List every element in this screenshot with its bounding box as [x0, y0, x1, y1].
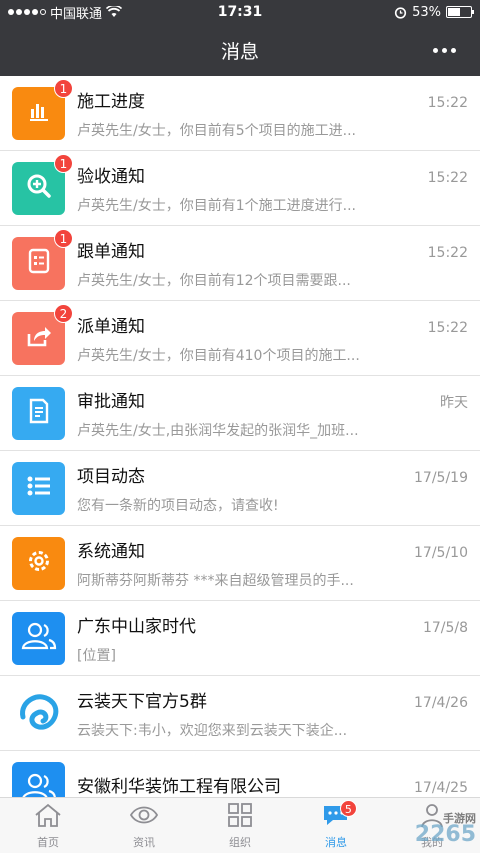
- message-title: 验收通知: [77, 166, 145, 187]
- message-preview: 您有一条新的项目动态，请查收!: [77, 497, 279, 514]
- more-menu-button[interactable]: [424, 36, 464, 64]
- message-time: 昨天: [440, 394, 468, 411]
- unread-badge: 1: [54, 78, 73, 98]
- message-avatar: [12, 762, 65, 797]
- alarm-icon: [394, 6, 407, 19]
- message-time: 17/4/25: [414, 780, 468, 796]
- tab-label: 首页: [37, 835, 59, 849]
- wifi-icon: [106, 6, 123, 17]
- message-time: 17/5/10: [414, 544, 468, 561]
- signal-icon: [8, 9, 46, 15]
- message-list: 1 施工进度 15:22 卢英先生/女士，你目前有5个项目的施工进... 1 验收通知 15…: [0, 76, 480, 797]
- group-icon: [19, 619, 59, 657]
- grid-icon: [227, 802, 253, 832]
- tab-eye[interactable]: 资讯: [96, 798, 192, 853]
- message-avatar: [12, 461, 65, 515]
- message-avatar: 1: [12, 78, 73, 140]
- unread-badge: 2: [54, 303, 73, 323]
- tab-label: 组织: [229, 835, 251, 849]
- message-preview: 卢英先生/女士，你目前有12个项目需要跟...: [77, 272, 351, 289]
- battery-percent: 53%: [412, 4, 441, 20]
- home-icon: [33, 802, 63, 832]
- message-title: 施工进度: [77, 91, 145, 112]
- message-avatar: [12, 686, 65, 740]
- tab-grid[interactable]: 组织: [192, 798, 288, 853]
- message-time: 17/5/19: [414, 469, 468, 486]
- tab-chat[interactable]: 消息 5: [288, 798, 384, 853]
- message-time: 17/5/8: [422, 619, 468, 636]
- logo-icon: [15, 689, 63, 737]
- message-avatar: [12, 611, 65, 665]
- message-title: 派单通知: [77, 316, 145, 337]
- message-time: 15:22: [427, 169, 468, 186]
- list-icon: [25, 474, 53, 502]
- status-bar: 中国联通 17:31 53%: [0, 0, 480, 24]
- message-item[interactable]: 系统通知 17/5/10 阿斯蒂芬阿斯蒂芬 ***来自超级管理员的手...: [0, 526, 480, 601]
- document-icon: [26, 397, 52, 429]
- message-avatar: [12, 386, 65, 440]
- message-item[interactable]: 1 跟单通知 15:22 卢英先生/女士，你目前有12个项目需要跟...: [0, 226, 480, 301]
- tab-label: 消息: [325, 835, 347, 849]
- message-item[interactable]: 审批通知 昨天卢英先生/女士,由张润华发起的张润华_加班...: [0, 376, 480, 451]
- message-item[interactable]: 项目动态 17/5/19 您有一条新的项目动态，请查收!: [0, 451, 480, 526]
- message-time: 15:22: [427, 94, 468, 111]
- more-icon: [432, 47, 438, 53]
- search-plus-icon: [24, 171, 54, 205]
- message-title: 项目动态: [77, 466, 145, 487]
- message-item[interactable]: 安徽利华装饰工程有限公司 17/4/25: [0, 751, 480, 797]
- tab-bar: 首页 资讯 组织 消息 5 我的: [0, 797, 480, 853]
- tab-badge: 5: [339, 800, 357, 817]
- gear-icon: [24, 546, 54, 580]
- bar-chart-icon: [26, 98, 52, 128]
- tab-home[interactable]: 首页: [0, 798, 96, 853]
- message-preview: 卢英先生/女士，你目前有410个项目的施工...: [77, 347, 360, 364]
- message-item[interactable]: 2 派单通知 15:22 卢英先生/女士，你目前有410个项目的施工...: [0, 301, 480, 376]
- message-title: 云装天下官方5群: [77, 691, 207, 712]
- checklist-icon: [26, 247, 52, 279]
- message-title: 系统通知: [77, 541, 145, 562]
- group-icon: [19, 770, 59, 797]
- message-preview: [位置]: [77, 647, 116, 664]
- share-icon: [25, 322, 53, 354]
- message-preview: 卢英先生/女士，你目前有1个施工进度进行...: [77, 197, 356, 214]
- message-preview: 阿斯蒂芬阿斯蒂芬 ***来自超级管理员的手...: [77, 572, 354, 589]
- message-item[interactable]: 云装天下官方5群 17/4/26 云装天下:韦小，欢迎您来到云装天下装企...: [0, 676, 480, 751]
- message-title: 审批通知: [77, 391, 145, 412]
- message-avatar: [12, 536, 65, 590]
- battery-icon: [446, 6, 474, 18]
- watermark: 手游网 2265: [414, 812, 476, 847]
- message-title: 跟单通知: [77, 241, 145, 262]
- nav-bar: 消息: [0, 24, 480, 76]
- message-avatar: 2: [12, 303, 73, 365]
- unread-badge: 1: [54, 153, 73, 173]
- message-time: 15:22: [427, 319, 468, 336]
- carrier-label: 中国联通: [50, 6, 103, 22]
- message-item[interactable]: 1 施工进度 15:22 卢英先生/女士，你目前有5个项目的施工进...: [0, 76, 480, 151]
- message-item[interactable]: 1 验收通知 15:22 卢英先生/女士，你目前有1个施工进度进行...: [0, 151, 480, 226]
- unread-badge: 1: [54, 228, 73, 248]
- tab-label: 资讯: [133, 835, 155, 849]
- message-time: 15:22: [427, 244, 468, 261]
- page-title: 消息: [220, 40, 259, 63]
- message-preview: 卢英先生/女士，你目前有5个项目的施工进...: [77, 122, 356, 139]
- message-preview: 云装天下:韦小，欢迎您来到云装天下装企...: [77, 722, 348, 739]
- message-title: 广东中山家时代: [77, 616, 196, 637]
- message-item[interactable]: 广东中山家时代 17/5/8 [位置]: [0, 601, 480, 676]
- eye-icon: [129, 802, 159, 832]
- message-preview: 卢英先生/女士,由张润华发起的张润华_加班...: [77, 422, 359, 439]
- message-avatar: 1: [12, 153, 73, 215]
- message-time: 17/4/26: [414, 694, 468, 711]
- message-avatar: 1: [12, 228, 73, 290]
- message-title: 安徽利华装饰工程有限公司: [77, 777, 281, 797]
